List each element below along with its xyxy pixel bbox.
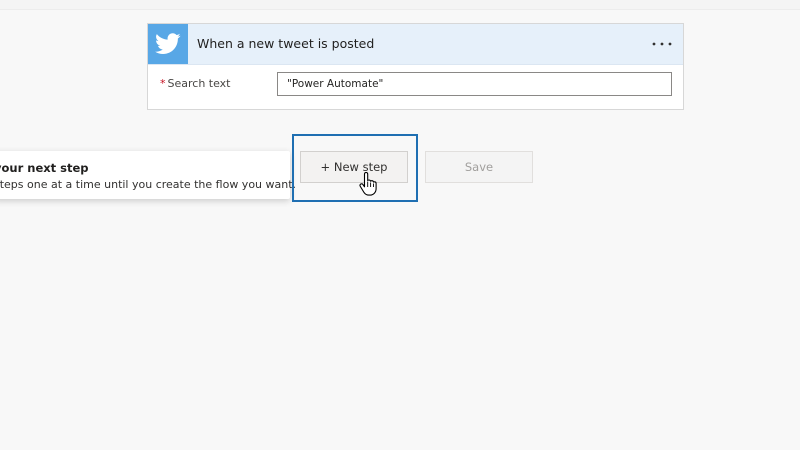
- new-step-button[interactable]: + New step: [300, 151, 408, 183]
- search-text-input[interactable]: [277, 72, 672, 96]
- required-asterisk: *: [160, 77, 166, 90]
- ellipsis-icon: [652, 42, 672, 46]
- next-step-tooltip: your next step steps one at a time until…: [0, 151, 296, 199]
- tooltip-title: your next step: [0, 161, 89, 175]
- trigger-card-title: When a new tweet is posted: [197, 36, 375, 51]
- trigger-card: When a new tweet is posted * Search text: [147, 23, 684, 110]
- twitter-bird-icon: [148, 24, 188, 64]
- search-text-label-text: Search text: [167, 77, 231, 90]
- top-strip: [0, 0, 800, 10]
- trigger-card-header[interactable]: When a new tweet is posted: [148, 24, 683, 65]
- more-options-button[interactable]: [650, 32, 674, 56]
- tooltip-text: steps one at a time until you create the…: [0, 178, 297, 191]
- search-text-label: * Search text: [160, 77, 231, 90]
- save-button[interactable]: Save: [425, 151, 533, 183]
